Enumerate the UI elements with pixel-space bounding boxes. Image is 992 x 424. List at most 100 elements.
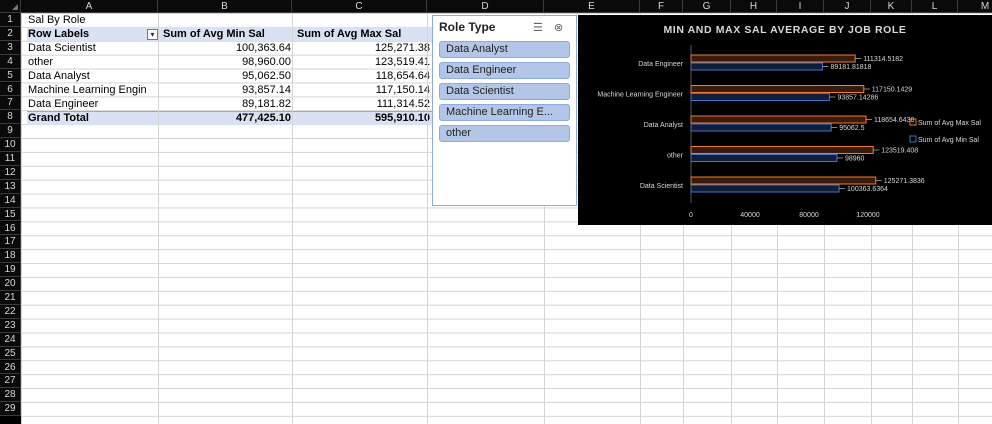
category-label: Data Scientist xyxy=(640,183,683,190)
clear-filter-icon[interactable]: ⊗ xyxy=(554,21,563,34)
row-header-23[interactable]: 23 xyxy=(0,318,21,333)
salary-bar-chart[interactable]: MIN AND MAX SAL AVERAGE BY JOB ROLE Data … xyxy=(578,15,992,225)
row-header-11[interactable]: 11 xyxy=(0,152,21,166)
slicer-item[interactable]: Machine Learning E... xyxy=(439,104,570,121)
row-header-27[interactable]: 27 xyxy=(0,374,21,389)
row-header-8[interactable]: 8 xyxy=(0,110,21,125)
pivot-title[interactable]: Sal By Role xyxy=(28,13,158,27)
row-header-3[interactable]: 3 xyxy=(0,40,21,55)
category-label: Data Engineer xyxy=(638,61,683,68)
row-header-17[interactable]: 17 xyxy=(0,235,21,250)
x-tick-label: 80000 xyxy=(799,212,819,219)
row-header-22[interactable]: 22 xyxy=(0,304,21,319)
pivot-total-max[interactable]: 595,910.10 xyxy=(297,111,430,125)
bar-max xyxy=(690,146,874,154)
row-header-10[interactable]: 10 xyxy=(0,138,21,152)
row-header-26[interactable]: 26 xyxy=(0,360,21,375)
data-label: 123519.408 xyxy=(881,148,918,155)
pivot-row-label[interactable]: other xyxy=(28,55,160,69)
row-header-9[interactable]: 9 xyxy=(0,124,21,139)
slicer-item[interactable]: Data Analyst xyxy=(439,41,570,58)
pivot-header-min[interactable]: Sum of Avg Min Sal xyxy=(163,27,289,41)
data-label: 125271.3836 xyxy=(884,178,925,185)
bar-min xyxy=(690,184,840,193)
column-header-a[interactable]: A xyxy=(21,0,158,13)
pivot-row-min[interactable]: 93,857.14 xyxy=(161,83,291,97)
pivot-row-label[interactable]: Machine Learning Engin xyxy=(28,83,160,97)
column-header-b[interactable]: B xyxy=(158,0,292,13)
role-type-slicer[interactable]: Role Type ☰ ⊗ Data Analyst Data Engineer D… xyxy=(432,15,577,206)
category-label: other xyxy=(667,153,684,160)
pivot-row-min[interactable]: 95,062.50 xyxy=(161,69,291,83)
bar-max xyxy=(690,176,877,185)
pivot-row-min[interactable]: 98,960.00 xyxy=(161,55,291,69)
column-header-f[interactable]: F xyxy=(640,0,683,13)
column-header-d[interactable]: D xyxy=(427,0,544,13)
column-header-h[interactable]: H xyxy=(731,0,777,13)
slicer-item[interactable]: Data Scientist xyxy=(439,83,570,100)
multi-select-icon[interactable]: ☰ xyxy=(533,21,543,34)
chart-title: MIN AND MAX SAL AVERAGE BY JOB ROLE xyxy=(663,24,906,36)
pivot-row-max[interactable]: 123,519.41 xyxy=(297,55,430,69)
bar-min xyxy=(690,154,838,162)
row-header-6[interactable]: 6 xyxy=(0,82,21,97)
column-gridline xyxy=(427,13,428,424)
row-header-5[interactable]: 5 xyxy=(0,68,21,83)
column-header-j[interactable]: J xyxy=(824,0,871,13)
bar-min xyxy=(690,123,832,132)
data-label: 95062.5 xyxy=(839,125,864,132)
row-header-18[interactable]: 18 xyxy=(0,249,21,264)
x-tick-label: 0 xyxy=(689,212,693,219)
row-header-2[interactable]: 2 xyxy=(0,26,21,41)
pivot-total-min[interactable]: 477,425.10 xyxy=(161,111,291,125)
row-header-13[interactable]: 13 xyxy=(0,179,21,194)
row-header-24[interactable]: 24 xyxy=(0,332,21,347)
row-header-28[interactable]: 28 xyxy=(0,388,21,403)
pivot-row-max[interactable]: 117,150.14 xyxy=(297,83,430,97)
column-header-e[interactable]: E xyxy=(544,0,640,13)
row-header-25[interactable]: 25 xyxy=(0,346,21,361)
data-label: 100363.6364 xyxy=(847,186,888,193)
bar-min xyxy=(690,62,824,71)
pivot-header-max[interactable]: Sum of Avg Max Sal xyxy=(297,27,433,41)
row-header-12[interactable]: 12 xyxy=(0,165,21,180)
pivot-row-min[interactable]: 89,181.82 xyxy=(161,97,291,111)
pivot-row-max[interactable]: 118,654.64 xyxy=(297,69,430,83)
row-header-29[interactable]: 29 xyxy=(0,402,21,417)
column-header-i[interactable]: I xyxy=(777,0,824,13)
x-tick-label: 120000 xyxy=(856,212,879,219)
row-header-14[interactable]: 14 xyxy=(0,193,21,208)
select-all-corner[interactable] xyxy=(0,0,21,13)
pivot-row-label[interactable]: Data Analyst xyxy=(28,69,160,83)
data-label: 93857.14286 xyxy=(837,95,878,102)
column-header-c[interactable]: C xyxy=(292,0,427,13)
row-header-20[interactable]: 20 xyxy=(0,277,21,291)
row-labels-filter-button[interactable]: ▾ xyxy=(147,29,158,40)
row-header-21[interactable]: 21 xyxy=(0,291,21,305)
category-label: Data Analyst xyxy=(644,122,683,129)
column-header-g[interactable]: G xyxy=(683,0,731,13)
slicer-item[interactable]: Data Engineer xyxy=(439,62,570,79)
column-header-l[interactable]: L xyxy=(912,0,958,13)
row-header-7[interactable]: 7 xyxy=(0,96,21,111)
pivot-header-row-labels[interactable]: Row Labels xyxy=(28,27,143,41)
pivot-row-max[interactable]: 111,314.52 xyxy=(297,97,430,111)
pivot-total-label[interactable]: Grand Total xyxy=(28,111,158,125)
row-header-4[interactable]: 4 xyxy=(0,54,21,69)
pivot-row-label[interactable]: Data Scientist xyxy=(28,41,160,55)
spreadsheet: ABCDEFGHIJKLM 1 2 3 4 5 6 7 8 9 10 11 12 13 14 15 16 17 1… xyxy=(0,0,992,424)
row-header-16[interactable]: 16 xyxy=(0,221,21,236)
row-header-1[interactable]: 1 xyxy=(0,13,21,27)
column-header-k[interactable]: K xyxy=(871,0,912,13)
legend-label: Sum of Avg Min Sal xyxy=(918,137,979,144)
bar-max xyxy=(690,85,865,93)
pivot-row-max[interactable]: 125,271.38 xyxy=(297,41,430,55)
row-header-19[interactable]: 19 xyxy=(0,263,21,278)
column-header-m[interactable]: M xyxy=(958,0,992,13)
pivot-row-label[interactable]: Data Engineer xyxy=(28,97,160,111)
slicer-item[interactable]: other xyxy=(439,125,570,142)
pivot-row-min[interactable]: 100,363.64 xyxy=(161,41,291,55)
bar-max xyxy=(690,115,867,124)
row-header-15[interactable]: 15 xyxy=(0,207,21,222)
data-label: 89181.81818 xyxy=(831,64,872,71)
